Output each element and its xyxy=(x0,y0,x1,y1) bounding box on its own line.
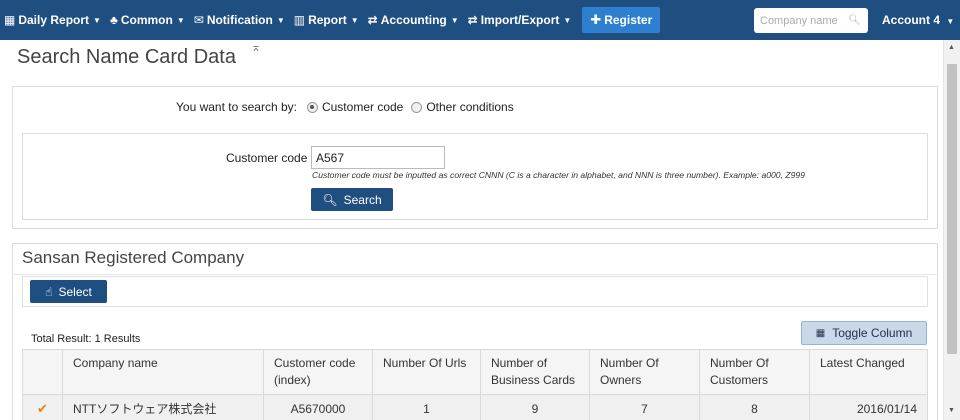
nav-label: Import/Export xyxy=(480,13,560,27)
column-header[interactable]: Customer code (index) xyxy=(263,349,373,395)
company-name-cell: NTTソフトウェア株式会社 xyxy=(62,394,264,420)
search-icon[interactable]: 🔍︎ xyxy=(848,15,861,26)
customer-code-hint: Customer code must be inputted as correc… xyxy=(312,170,805,180)
nav-accounting[interactable]: ⇄ Accounting ▼ xyxy=(368,13,459,27)
customer-code-radio[interactable] xyxy=(306,101,318,113)
nav-report[interactable]: ▥ Report ▼ xyxy=(294,13,359,27)
caret-down-icon: ▼ xyxy=(946,17,955,26)
caret-down-icon: ▼ xyxy=(276,15,285,25)
customer-code-input[interactable] xyxy=(311,146,445,169)
owners-cell: 7 xyxy=(589,394,700,420)
scrollbar-thumb[interactable] xyxy=(947,64,957,354)
company-search-input[interactable] xyxy=(760,14,844,27)
customer-code-cell: A5670000 xyxy=(263,394,373,420)
envelope-icon: ✉ xyxy=(193,13,204,27)
nav-label: Notification xyxy=(206,13,273,27)
page-title: Search Name Card Data xyxy=(17,46,236,68)
caret-down-icon: ▼ xyxy=(450,15,459,25)
nav-label: Common xyxy=(120,13,173,27)
hand-pointer-icon: ☝ xyxy=(45,284,53,299)
column-header[interactable]: Number Of Customers xyxy=(699,349,810,395)
search-button[interactable]: 🔍︎ Search xyxy=(311,188,393,211)
select-button-label: Select xyxy=(58,284,92,299)
calendar-icon: ▦ xyxy=(4,13,16,27)
plus-icon: ✚ xyxy=(590,12,602,27)
nav-label: Daily Report xyxy=(18,13,90,27)
column-header[interactable]: Number Of Owners xyxy=(589,349,700,395)
search-by-row: You want to search by: Customer code Oth… xyxy=(176,100,516,114)
import-export-icon: ⇄ xyxy=(467,13,478,27)
search-by-label: You want to search by: xyxy=(176,100,297,114)
latest-changed-cell: 2016/01/14 xyxy=(809,394,928,420)
nav-label: Accounting xyxy=(380,13,447,27)
table-header-row: Company name Customer code (index) Numbe… xyxy=(22,349,928,395)
search-icon: 🔍︎ xyxy=(322,192,338,207)
caret-down-icon: ▼ xyxy=(350,15,359,25)
company-search-box: 🔍︎ xyxy=(754,8,868,33)
table-icon: ▦ xyxy=(815,327,826,339)
select-toolbar xyxy=(22,276,928,307)
account-menu[interactable]: Account 4 ▼ xyxy=(882,13,954,27)
nav-import-export[interactable]: ⇄ Import/Export ▼ xyxy=(468,13,572,27)
caret-down-icon: ▼ xyxy=(176,15,185,25)
account-label: Account 4 xyxy=(882,13,941,27)
customer-code-label: Customer code xyxy=(226,151,308,165)
exchange-icon: ⇄ xyxy=(367,13,378,27)
business-cards-cell: 9 xyxy=(480,394,590,420)
scroll-up-arrow-icon[interactable]: ▲ xyxy=(948,44,955,51)
column-header[interactable]: Number of Business Cards xyxy=(480,349,590,395)
column-header[interactable]: Company name xyxy=(62,349,264,395)
table-row[interactable]: ✔ NTTソフトウェア株式会社 A5670000 1 9 7 8 2016/01… xyxy=(22,394,928,420)
other-conditions-radio[interactable] xyxy=(411,101,423,113)
select-button[interactable]: ☝ Select xyxy=(30,280,107,303)
caret-down-icon: ▼ xyxy=(563,15,572,25)
results-table: Company name Customer code (index) Numbe… xyxy=(22,349,928,420)
total-result-text: Total Result: 1 Results xyxy=(31,333,141,345)
customer-code-option-label[interactable]: Customer code xyxy=(322,100,403,114)
caret-down-icon: ▼ xyxy=(93,15,101,25)
row-checkbox[interactable]: ✔ xyxy=(22,394,63,420)
vertical-scrollbar[interactable]: ▲ ▼ xyxy=(943,40,960,420)
urls-cell: 1 xyxy=(372,394,481,420)
nav-common[interactable]: ♣ Common ▼ xyxy=(110,13,185,27)
register-button[interactable]: ✚ Register xyxy=(582,7,661,33)
users-icon: ♣ xyxy=(109,13,118,27)
toggle-column-button[interactable]: ▦ Toggle Column xyxy=(801,321,927,345)
register-label: Register xyxy=(604,13,653,27)
customers-cell: 8 xyxy=(699,394,810,420)
nav-label: Report xyxy=(308,13,347,27)
column-header[interactable]: Latest Changed xyxy=(809,349,928,395)
nav-notification[interactable]: ✉ Notification ▼ xyxy=(194,13,285,27)
check-icon: ✔ xyxy=(37,400,48,416)
column-header[interactable]: Number Of Urls xyxy=(372,349,481,395)
header-checkbox-cell xyxy=(22,349,63,395)
pin-icon[interactable]: ⌅ xyxy=(251,40,261,54)
scroll-down-arrow-icon[interactable]: ▼ xyxy=(948,407,955,414)
results-panel-title: Sansan Registered Company xyxy=(22,248,245,267)
toggle-column-label: Toggle Column xyxy=(832,326,913,340)
search-button-label: Search xyxy=(343,192,382,207)
nav-daily-report[interactable]: ▦ Daily Report ▼ xyxy=(4,13,101,27)
divider xyxy=(12,274,938,275)
bar-chart-icon: ▥ xyxy=(293,13,306,27)
other-conditions-option-label[interactable]: Other conditions xyxy=(426,100,513,114)
